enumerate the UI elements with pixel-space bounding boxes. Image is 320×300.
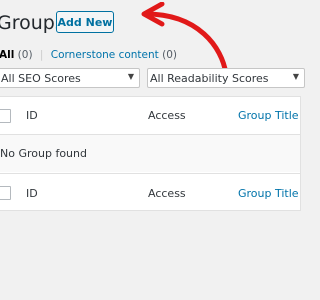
readability-scores-value: All Readability Scores [150, 71, 269, 85]
table-header-row: ID Access Group Title [0, 97, 300, 135]
select-all-checkbox-footer[interactable] [0, 186, 11, 200]
chevron-down-icon: ▼ [127, 72, 134, 81]
empty-message: No Group found [0, 147, 87, 160]
table-footer-row: ID Access Group Title [0, 173, 300, 212]
groups-table: ID Access Group Title No Group found ID … [0, 96, 301, 211]
filter-all-count: (0) [17, 49, 33, 61]
column-access-header: Access [148, 109, 186, 122]
select-all-checkbox[interactable] [0, 108, 11, 123]
view-filter-links: All (0) | Cornerstone content (0) [0, 49, 177, 61]
chevron-down-icon: ▼ [292, 72, 299, 81]
empty-row: No Group found [0, 135, 300, 172]
seo-scores-select[interactable]: All SEO Scores ▼ [0, 68, 140, 88]
filter-separator: | [39, 49, 44, 61]
column-group-title-footer[interactable]: Group Title [238, 187, 299, 200]
filter-cornerstone-link[interactable]: Cornerstone content [51, 49, 159, 61]
annotation-arrow-icon [141, 2, 229, 77]
column-id-footer[interactable]: ID [26, 187, 38, 200]
filter-all-link[interactable]: All [0, 49, 14, 61]
column-id-header[interactable]: ID [26, 109, 38, 122]
add-new-button[interactable]: Add New [56, 11, 114, 33]
column-access-footer: Access [148, 186, 186, 200]
column-group-title-header[interactable]: Group Title [238, 109, 299, 122]
readability-scores-select[interactable]: All Readability Scores ▼ [147, 68, 305, 88]
filter-cornerstone-count: (0) [162, 49, 177, 61]
seo-scores-value: All SEO Scores [1, 71, 81, 85]
